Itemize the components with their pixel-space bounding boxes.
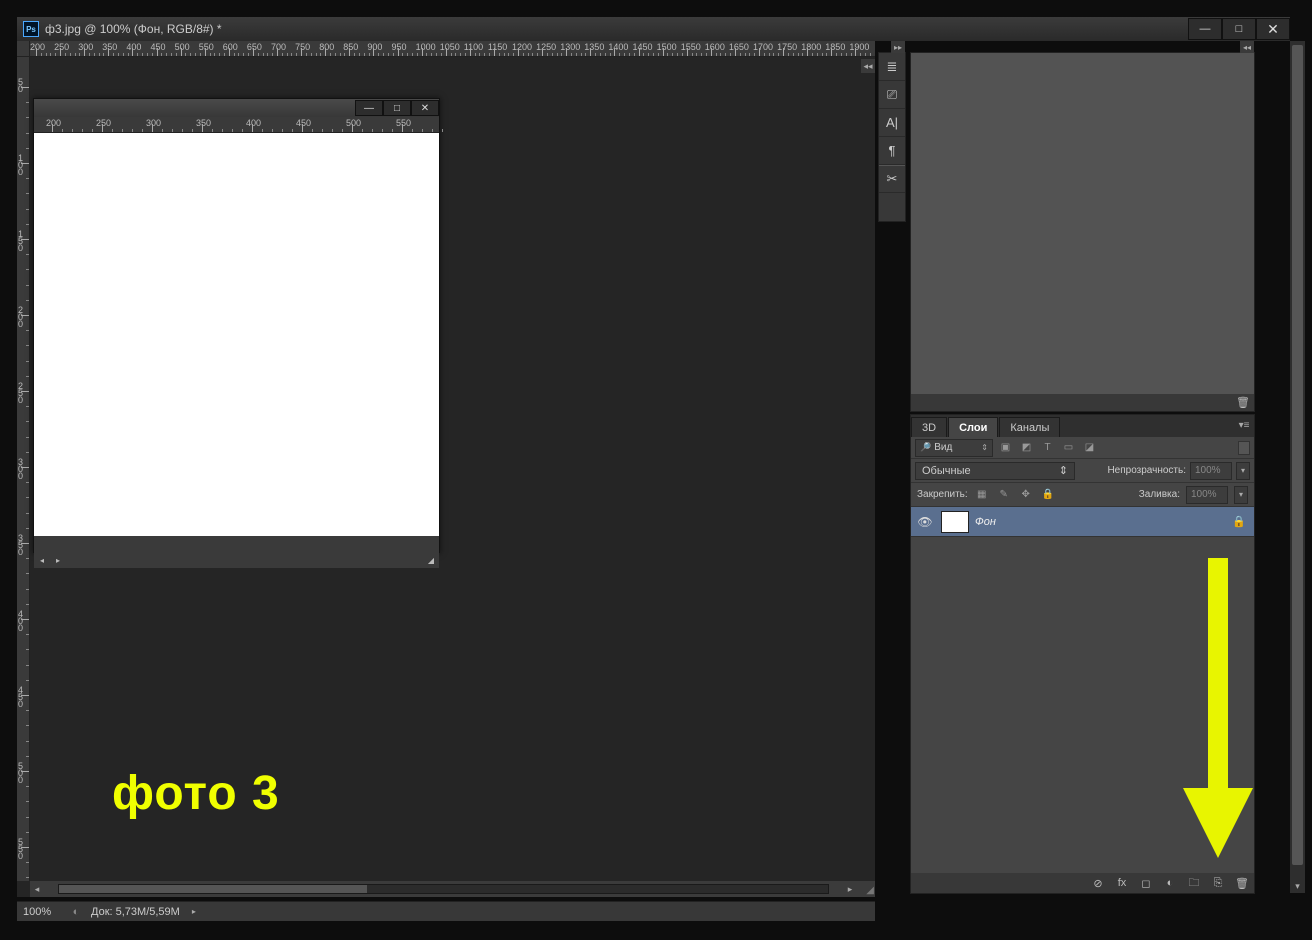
search-icon: 🔎 [920, 442, 931, 453]
horizontal-scrollbar[interactable]: ◂ ▸ ◢ [30, 881, 875, 897]
lock-pixels-icon[interactable]: ✎ [996, 487, 1012, 503]
visibility-eye-icon[interactable]: 👁 [915, 515, 935, 529]
paragraph-panel-icon[interactable]: ¶ [879, 137, 905, 165]
layer-name[interactable]: Фон [975, 516, 1226, 528]
properties-panel-icon[interactable]: ≣ [879, 53, 905, 81]
adjustments-panel-icon[interactable]: ⎚ [879, 81, 905, 109]
scrollbar-track[interactable] [58, 884, 829, 894]
filter-pixel-icon[interactable]: ▣ [997, 439, 1014, 456]
scroll-right-icon[interactable]: ▸ [843, 882, 857, 896]
group-icon[interactable]: 🗀 [1186, 874, 1202, 893]
lock-position-icon[interactable]: ✥ [1018, 487, 1034, 503]
chevron-updown-icon: ⇕ [1059, 464, 1068, 477]
zoom-level[interactable]: 100% [17, 906, 69, 918]
filter-toggle-switch[interactable] [1238, 441, 1250, 455]
float-play-icon[interactable]: ▸ [50, 553, 66, 567]
status-preview-icon[interactable]: ◐ [69, 905, 83, 919]
collapse-panels-icon[interactable]: ◂◂ [861, 59, 875, 73]
adjustment-layer-icon[interactable]: ◐ [1162, 877, 1178, 889]
collapsed-panel-strip: ▸▸ ≣ ⎚ A| ¶ ✂ [878, 52, 906, 222]
ruler-origin[interactable] [17, 41, 30, 57]
layer-list: 👁 Фон 🔒 [911, 507, 1254, 873]
tab-layers[interactable]: Слои [948, 417, 998, 437]
resize-grip-icon[interactable]: ◢ [857, 881, 875, 897]
float-maximize-button[interactable]: □ [383, 100, 411, 116]
title-bar: Ps ф3.jpg @ 100% (Фон, RGB/8#) * — □ ✕ [17, 17, 1290, 41]
document-title: ф3.jpg @ 100% (Фон, RGB/8#) * [45, 22, 1188, 36]
filter-kind-dropdown[interactable]: 🔎Вид ⇕ [915, 439, 993, 457]
float-status-bar: ◂ ▸ ◢ [34, 552, 439, 568]
link-layers-icon[interactable]: ⊘ [1090, 877, 1106, 890]
opacity-slider-icon[interactable]: ▾ [1236, 462, 1250, 480]
blend-opacity-row: Обычные ⇕ Непрозрачность: 100% ▾ [911, 459, 1254, 483]
filter-adjustment-icon[interactable]: ◩ [1018, 439, 1035, 456]
strip-collapse-icon[interactable]: ▸▸ [891, 41, 905, 53]
character-panel-icon[interactable]: A| [879, 109, 905, 137]
layers-panel: 3D Слои Каналы ▾≡ 🔎Вид ⇕ ▣ ◩ T ▭ ◪ Обычн… [910, 414, 1255, 894]
new-layer-icon[interactable]: ⎘ [1210, 877, 1226, 890]
layers-panel-footer: ⊘ fx ◻ ◐ 🗀 ⎘ 🗑 [911, 873, 1254, 893]
opacity-input[interactable]: 100% [1190, 462, 1232, 480]
lock-all-icon[interactable]: 🔒 [1040, 487, 1056, 503]
vertical-ruler[interactable]: 5010015020025030035040045050055060065070… [17, 57, 30, 881]
lock-transparent-icon[interactable]: ▦ [974, 487, 990, 503]
tab-3d[interactable]: 3D [911, 417, 947, 437]
layer-row[interactable]: 👁 Фон 🔒 [911, 507, 1254, 537]
scrollbar-thumb[interactable] [59, 885, 367, 893]
fill-input[interactable]: 100% [1186, 486, 1228, 504]
layer-thumbnail[interactable] [941, 511, 969, 533]
fill-slider-icon[interactable]: ▾ [1234, 486, 1248, 504]
panel-tabs: 3D Слои Каналы ▾≡ [911, 415, 1254, 437]
navigator-collapse-icon[interactable]: ◂◂ [1240, 41, 1254, 53]
document-size[interactable]: Док: 5,73M/5,59M [83, 906, 188, 918]
panel-menu-icon[interactable]: ▾≡ [1236, 418, 1252, 432]
right-vertical-scrollbar[interactable]: ▾ [1290, 41, 1305, 893]
float-close-button[interactable]: ✕ [411, 100, 439, 116]
float-scroll-left-icon[interactable]: ◂ [34, 553, 50, 567]
delete-layer-icon[interactable]: 🗑 [1234, 877, 1250, 890]
lock-fill-row: Закрепить: ▦ ✎ ✥ 🔒 Заливка: 100% ▾ [911, 483, 1254, 507]
floating-document-window[interactable]: — □ ✕ 200250300350400450500550 ◂ ▸ ◢ [33, 98, 440, 553]
horizontal-ruler[interactable]: 2002503003504004505005506006507007508008… [30, 41, 875, 57]
annotation-label: фото 3 [112, 766, 280, 821]
navigator-trash-icon[interactable]: 🗑 [1232, 396, 1254, 409]
scissors-panel-icon[interactable]: ✂ [879, 165, 905, 193]
navigator-footer: 🗑 [911, 394, 1254, 411]
minimize-button[interactable]: — [1188, 18, 1222, 40]
floating-window-titlebar[interactable]: — □ ✕ [34, 99, 439, 117]
scroll-left-icon[interactable]: ◂ [30, 882, 44, 896]
float-canvas[interactable] [34, 133, 439, 536]
layer-style-icon[interactable]: fx [1114, 877, 1130, 889]
layer-mask-icon[interactable]: ◻ [1138, 877, 1154, 890]
navigator-panel: ◂◂ 🗑 [910, 52, 1255, 412]
status-bar: 100% ◐ Док: 5,73M/5,59M ▸ [17, 901, 875, 921]
chevron-updown-icon: ⇕ [981, 443, 988, 452]
opacity-label: Непрозрачность: [1107, 465, 1186, 476]
float-minimize-button[interactable]: — [355, 100, 383, 116]
fill-label: Заливка: [1139, 489, 1180, 500]
layer-filter-row: 🔎Вид ⇕ ▣ ◩ T ▭ ◪ [911, 437, 1254, 459]
layer-lock-icon[interactable]: 🔒 [1232, 515, 1250, 528]
filter-smartobject-icon[interactable]: ◪ [1081, 439, 1098, 456]
filter-text-icon[interactable]: T [1039, 439, 1056, 456]
right-scroll-down-icon[interactable]: ▾ [1290, 879, 1305, 893]
photoshop-icon: Ps [23, 21, 39, 37]
status-menu-icon[interactable]: ▸ [188, 907, 200, 916]
right-scroll-thumb[interactable] [1292, 45, 1303, 865]
lock-label: Закрепить: [917, 489, 968, 500]
float-horizontal-ruler[interactable]: 200250300350400450500550 [34, 117, 439, 133]
close-button[interactable]: ✕ [1256, 18, 1290, 40]
tab-channels[interactable]: Каналы [999, 417, 1060, 437]
blend-mode-dropdown[interactable]: Обычные ⇕ [915, 462, 1075, 480]
maximize-button[interactable]: □ [1222, 18, 1256, 40]
filter-shape-icon[interactable]: ▭ [1060, 439, 1077, 456]
float-resize-grip-icon[interactable]: ◢ [423, 553, 439, 567]
